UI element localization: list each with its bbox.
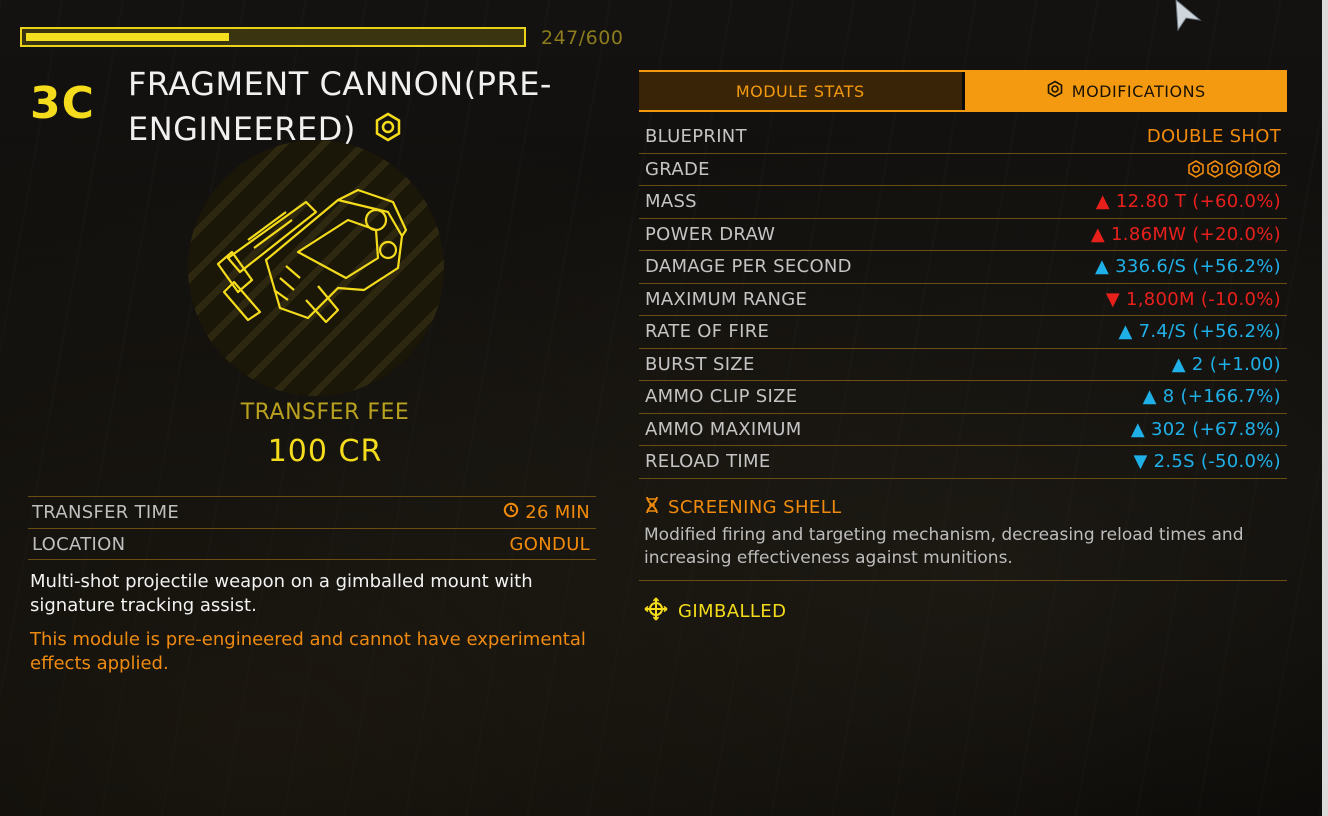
stat-label: MASS: [645, 191, 697, 213]
stat-value: ▲ 12.80 T (+60.0%): [1095, 191, 1281, 213]
stat-row-maximum-range: MAXIMUM RANGE ▼ 1,800M (-10.0%): [639, 284, 1287, 316]
module-image: [188, 140, 444, 396]
transfer-time-row: TRANSFER TIME 26 MIN: [28, 496, 596, 528]
transfer-time-value: 26 MIN: [503, 502, 590, 523]
stat-label: DAMAGE PER SECOND: [645, 256, 852, 278]
capacity-bar-fill: [26, 33, 229, 41]
transfer-time-label: TRANSFER TIME: [32, 502, 180, 523]
stat-label: BLUEPRINT: [645, 126, 747, 148]
stat-label: MAXIMUM RANGE: [645, 288, 808, 310]
transfer-info-table: TRANSFER TIME 26 MIN LOCATION GONDUL: [28, 496, 596, 560]
stat-row-rate-of-fire: RATE OF FIRE ▲ 7.4/S (+56.2%): [639, 316, 1287, 349]
transfer-fee-value: 100 CR: [267, 434, 383, 469]
location-label: LOCATION: [32, 533, 126, 555]
stat-value: ▲ 8 (+166.7%): [1142, 386, 1281, 408]
stat-row-grade: GRADE: [639, 154, 1287, 186]
stat-value: ▲ 7.4/S (+56.2%): [1118, 321, 1281, 343]
stat-label: GRADE: [645, 158, 710, 180]
tab-modifications[interactable]: MODIFICATIONS: [964, 72, 1287, 110]
stat-row-power-draw: POWER DRAW ▲ 1.86MW (+20.0%): [639, 219, 1287, 251]
stat-row-ammo-maximum: AMMO MAXIMUM ▲ 302 (+67.8%): [639, 414, 1287, 446]
panel-tabs: MODULE STATS MODIFICATIONS: [639, 70, 1287, 112]
dna-icon: [644, 496, 660, 519]
module-description: Multi-shot projectile weapon on a gimbal…: [30, 571, 533, 616]
grade-pip-icon: [1188, 160, 1204, 179]
grade-pip-icon: [1245, 160, 1261, 179]
tab-module-stats[interactable]: MODULE STATS: [639, 72, 965, 110]
stat-label: RELOAD TIME: [645, 451, 771, 473]
stat-row-blueprint: BLUEPRINT DOUBLE SHOT: [639, 121, 1287, 154]
mount-type-label: GIMBALLED: [678, 601, 787, 622]
stat-row-reload-time: RELOAD TIME ▼ 2.5S (-50.0%): [639, 446, 1287, 479]
experimental-effect-description: Modified firing and targeting mechanism,…: [644, 525, 1244, 568]
stat-label: POWER DRAW: [645, 223, 776, 245]
transfer-fee-label: TRANSFER FEE: [240, 400, 410, 425]
experimental-effect-title: SCREENING SHELL: [644, 496, 842, 519]
mount-type: GIMBALLED: [644, 597, 786, 626]
gimbal-icon: [644, 597, 668, 626]
stat-value: ▲ 302 (+67.8%): [1130, 418, 1281, 440]
window-edge: [1322, 0, 1328, 816]
capacity-text: 247/600: [541, 27, 624, 49]
location-value: GONDUL: [509, 533, 590, 555]
pre-engineered-warning: This module is pre-engineered and cannot…: [30, 629, 586, 674]
tab-modifications-label: MODIFICATIONS: [1071, 81, 1206, 101]
location-row: LOCATION GONDUL: [28, 528, 596, 560]
transfer-time-text: 26 MIN: [525, 502, 590, 523]
stat-value: ▼ 2.5S (-50.0%): [1133, 451, 1281, 473]
tab-module-stats-label: MODULE STATS: [735, 81, 865, 101]
stat-row-damage-per-second: DAMAGE PER SECOND ▲ 336.6/S (+56.2%): [639, 251, 1287, 284]
stat-row-burst-size: BURST SIZE ▲ 2 (+1.00): [639, 349, 1287, 381]
stat-label: RATE OF FIRE: [645, 321, 770, 343]
experimental-effect-name: SCREENING SHELL: [668, 497, 842, 518]
capacity-bar: [20, 27, 526, 47]
grade-pip-icon: [1226, 160, 1242, 179]
stat-value: ▲ 1.86MW (+20.0%): [1090, 223, 1281, 245]
stat-row-mass: MASS ▲ 12.80 T (+60.0%): [639, 186, 1287, 219]
stat-label: BURST SIZE: [645, 353, 755, 375]
module-title-text: FRAGMENT CANNON(PRE-ENGINEERED): [128, 65, 552, 148]
stat-value: ▼ 1,800M (-10.0%): [1105, 288, 1281, 310]
stat-row-ammo-clip-size: AMMO CLIP SIZE ▲ 8 (+166.7%): [639, 381, 1287, 414]
grade-pip-icon: [1207, 160, 1223, 179]
module-class: 3C: [30, 78, 95, 129]
engineered-hex-icon: [1046, 80, 1064, 102]
divider: [639, 580, 1287, 581]
grade-pip-icon: [1264, 160, 1280, 179]
modification-stats-table: BLUEPRINT DOUBLE SHOT GRADE MASS ▲ 12.80…: [639, 121, 1287, 479]
mouse-cursor-icon: [1174, 0, 1202, 36]
stat-value: ▲ 2 (+1.00): [1171, 353, 1281, 375]
stat-value: ▲ 336.6/S (+56.2%): [1094, 256, 1281, 278]
clock-icon: [503, 502, 519, 523]
stat-label: AMMO CLIP SIZE: [645, 386, 798, 408]
stat-label: AMMO MAXIMUM: [645, 418, 802, 440]
grade-pips: [1187, 160, 1281, 179]
stat-value: DOUBLE SHOT: [1146, 126, 1281, 148]
